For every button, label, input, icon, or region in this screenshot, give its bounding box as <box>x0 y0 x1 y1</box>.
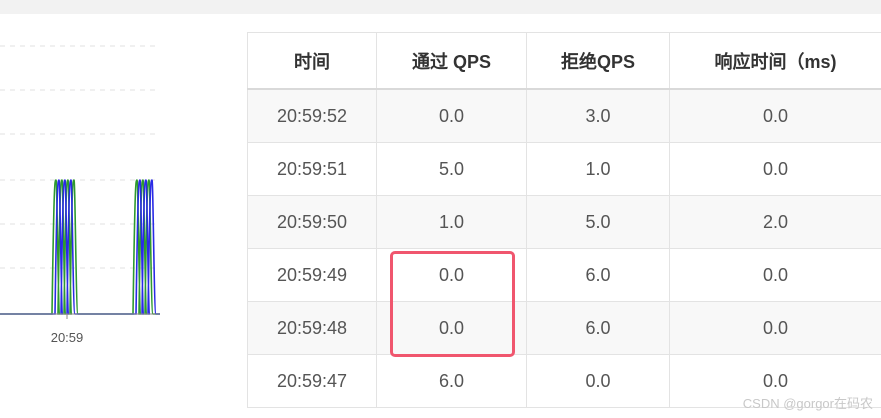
cell-block-qps: 0.0 <box>526 354 670 408</box>
table-header-row: 时间 通过 QPS 拒绝QPS 响应时间（ms) <box>247 32 881 90</box>
cell-pass-qps: 6.0 <box>376 354 527 408</box>
qps-line-chart: 20:59 <box>0 14 240 418</box>
cell-time: 20:59:50 <box>247 195 377 249</box>
cell-pass-qps: 5.0 <box>376 142 527 196</box>
cell-block-qps: 6.0 <box>526 301 670 355</box>
cell-response-time: 0.0 <box>669 142 881 196</box>
chart-svg: 20:59 <box>0 45 160 345</box>
col-header-response-time: 响应时间（ms) <box>669 32 881 90</box>
table-row: 20:59:48 0.0 6.0 0.0 <box>247 301 881 355</box>
col-header-time: 时间 <box>247 32 377 90</box>
series-line-blue <box>0 179 160 315</box>
cell-response-time: 0.0 <box>669 88 881 143</box>
cell-time: 20:59:52 <box>247 88 377 143</box>
cell-response-time: 0.0 <box>669 301 881 355</box>
table-row: 20:59:50 1.0 5.0 2.0 <box>247 195 881 249</box>
cell-response-time: 2.0 <box>669 195 881 249</box>
col-header-pass-qps: 通过 QPS <box>376 32 527 90</box>
top-strip <box>0 0 881 14</box>
table-row: 20:59:51 5.0 1.0 0.0 <box>247 142 881 196</box>
cell-time: 20:59:49 <box>247 248 377 302</box>
cell-block-qps: 5.0 <box>526 195 670 249</box>
cell-time: 20:59:51 <box>247 142 377 196</box>
table-row: 20:59:49 0.0 6.0 0.0 <box>247 248 881 302</box>
qps-table: 时间 通过 QPS 拒绝QPS 响应时间（ms) 20:59:52 0.0 3.… <box>247 32 881 408</box>
qps-table-container: 时间 通过 QPS 拒绝QPS 响应时间（ms) 20:59:52 0.0 3.… <box>247 32 881 408</box>
col-header-block-qps: 拒绝QPS <box>526 32 670 90</box>
cell-pass-qps: 0.0 <box>376 88 527 143</box>
cell-pass-qps: 0.0 <box>376 248 527 302</box>
cell-block-qps: 3.0 <box>526 88 670 143</box>
cell-time: 20:59:47 <box>247 354 377 408</box>
table-row: 20:59:52 0.0 3.0 0.0 <box>247 88 881 143</box>
x-tick-label: 20:59 <box>51 330 84 345</box>
cell-block-qps: 6.0 <box>526 248 670 302</box>
cell-time: 20:59:48 <box>247 301 377 355</box>
cell-response-time: 0.0 <box>669 248 881 302</box>
cell-pass-qps: 1.0 <box>376 195 527 249</box>
cell-block-qps: 1.0 <box>526 142 670 196</box>
cell-pass-qps: 0.0 <box>376 301 527 355</box>
watermark: CSDN @gorgor在码农 <box>742 396 873 411</box>
